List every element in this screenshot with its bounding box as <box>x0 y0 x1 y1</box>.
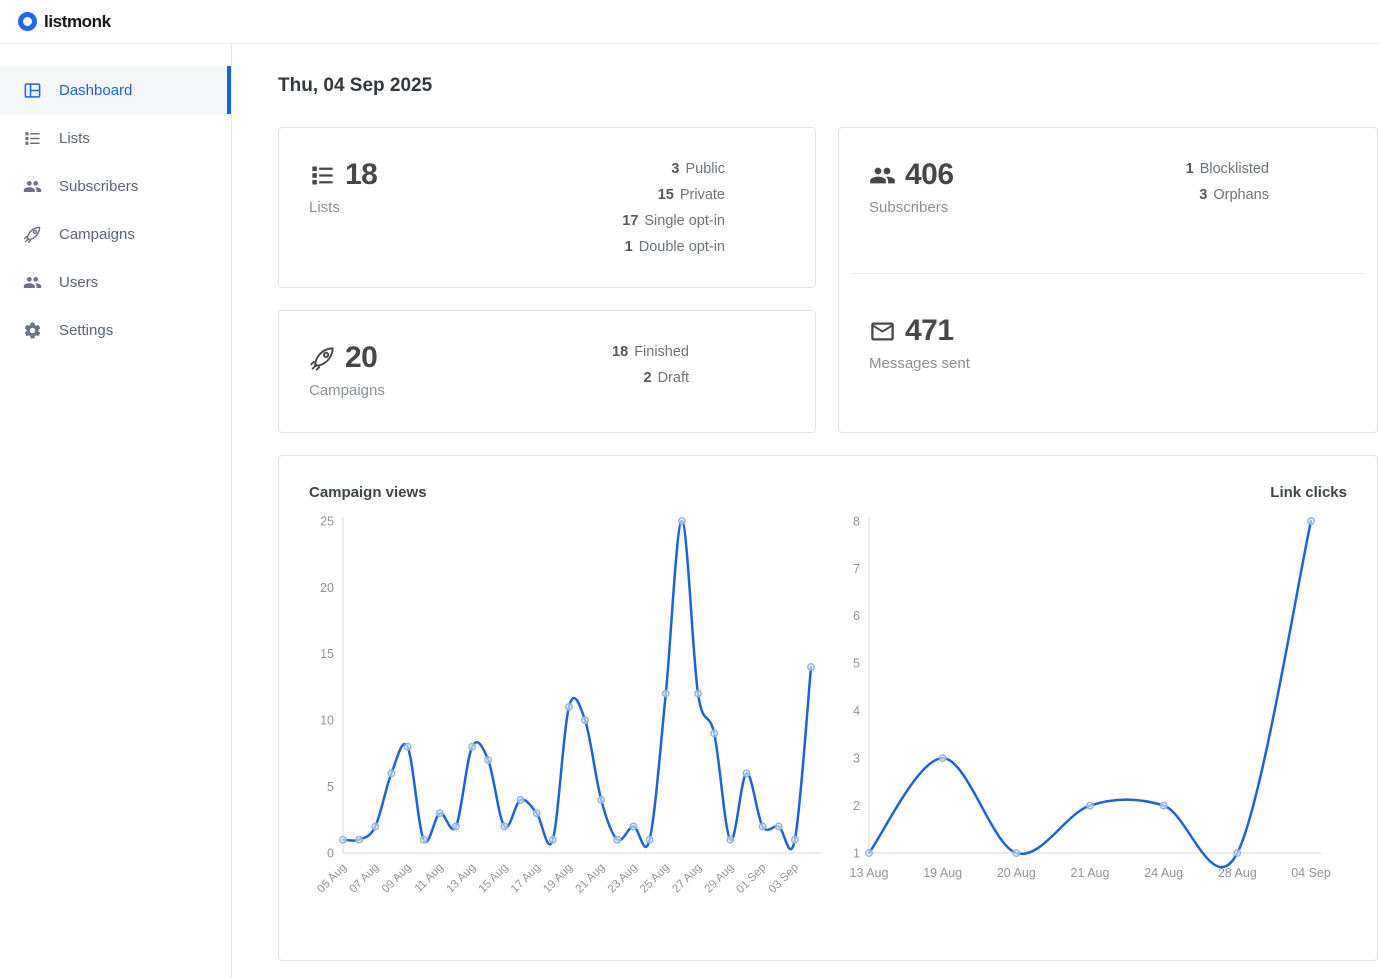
svg-text:04 Sep: 04 Sep <box>1291 866 1331 880</box>
svg-text:10: 10 <box>320 714 334 728</box>
svg-text:17 Aug: 17 Aug <box>509 862 543 896</box>
sidebar-nav: Dashboard Lists Subscribers Campaigns <box>0 66 231 354</box>
svg-text:01 Sep: 01 Sep <box>734 862 768 896</box>
campaigns-stats: 18Finished 2Draft <box>606 311 815 432</box>
sidebar-item-label: Lists <box>59 130 90 147</box>
stat-row: 1Blocklisted <box>1172 156 1269 182</box>
svg-text:21 Aug: 21 Aug <box>574 862 608 896</box>
svg-text:07 Aug: 07 Aug <box>348 862 382 896</box>
svg-text:15: 15 <box>320 647 334 661</box>
stat-row: 2Draft <box>606 365 689 391</box>
sidebar-item-settings[interactable]: Settings <box>0 306 231 354</box>
stat-row: 18Finished <box>606 339 689 365</box>
svg-text:5: 5 <box>327 780 334 794</box>
sidebar-item-label: Users <box>59 274 98 291</box>
subscribers-stats: 1Blocklisted 3Orphans <box>1172 128 1377 273</box>
campaigns-count: 20 <box>345 341 377 375</box>
stat-row: 17Single opt-in <box>611 208 725 234</box>
svg-text:3: 3 <box>853 752 860 766</box>
svg-text:03 Sep: 03 Sep <box>767 862 801 896</box>
svg-text:0: 0 <box>327 846 334 860</box>
sidebar-item-subscribers[interactable]: Subscribers <box>0 162 231 210</box>
charts-card: Campaign views Link clicks 051015202505 … <box>278 455 1378 961</box>
sidebar-item-label: Subscribers <box>59 178 138 195</box>
subscribers-section: 406 Subscribers 1Blocklisted 3Orphans <box>839 128 1377 273</box>
svg-text:13 Aug: 13 Aug <box>444 862 478 896</box>
campaign-views-title: Campaign views <box>309 484 427 501</box>
svg-text:21 Aug: 21 Aug <box>1071 866 1110 880</box>
svg-text:09 Aug: 09 Aug <box>380 862 414 896</box>
lists-stats: 3Public 15Private 17Single opt-in 1Doubl… <box>611 128 815 287</box>
messages-summary: 471 Messages sent <box>839 314 1377 372</box>
svg-text:13 Aug: 13 Aug <box>850 866 889 880</box>
messages-label: Messages sent <box>869 355 1377 372</box>
users-icon <box>23 273 42 292</box>
messages-icon <box>869 318 896 345</box>
stat-row: 3Public <box>611 156 725 182</box>
sidebar: Dashboard Lists Subscribers Campaigns <box>0 44 232 978</box>
app-header: listmonk <box>0 0 1380 44</box>
campaigns-card: 20 Campaigns 18Finished 2Draft <box>278 310 816 433</box>
sidebar-item-label: Settings <box>59 322 113 339</box>
subscribers-messages-card: 406 Subscribers 1Blocklisted 3Orphans <box>838 127 1378 433</box>
subscribers-icon <box>869 162 896 189</box>
svg-text:19 Aug: 19 Aug <box>541 862 575 896</box>
messages-section: 471 Messages sent <box>839 274 1377 372</box>
campaigns-icon <box>309 345 336 372</box>
campaigns-summary: 20 Campaigns <box>279 311 385 432</box>
listmonk-logo-icon <box>18 12 37 31</box>
dashboard-icon <box>23 81 42 100</box>
lists-count: 18 <box>345 158 377 192</box>
brand-name: listmonk <box>44 12 111 32</box>
sidebar-item-dashboard[interactable]: Dashboard <box>0 66 231 114</box>
svg-text:29 Aug: 29 Aug <box>703 862 737 896</box>
page-title: Thu, 04 Sep 2025 <box>278 75 1380 97</box>
brand-logo[interactable]: listmonk <box>18 12 111 32</box>
svg-text:2: 2 <box>853 799 860 813</box>
dashboard-content: Thu, 04 Sep 2025 18 Lists 3Public 15Priv… <box>233 44 1380 978</box>
lists-summary: 18 Lists <box>279 128 377 287</box>
campaign-views-chart: 0 5 10 15 20 25 05 Aug07 Aug09 Aug11 Aug13 Aug… <box>305 505 827 919</box>
svg-text:11 Aug: 11 Aug <box>413 862 446 895</box>
sidebar-item-campaigns[interactable]: Campaigns <box>0 210 231 258</box>
campaigns-icon <box>23 225 42 244</box>
lists-label: Lists <box>309 199 377 216</box>
subscribers-count: 406 <box>905 158 954 192</box>
stat-row: 1Double opt-in <box>611 234 725 260</box>
stat-cards-grid: 18 Lists 3Public 15Private 17Single opt-… <box>278 127 1380 433</box>
sidebar-item-lists[interactable]: Lists <box>0 114 231 162</box>
link-clicks-chart: 1234567813 Aug19 Aug20 Aug21 Aug24 Aug28… <box>829 505 1351 919</box>
subscribers-icon <box>23 177 42 196</box>
svg-text:5: 5 <box>853 657 860 671</box>
campaigns-label: Campaigns <box>309 382 385 399</box>
lists-card: 18 Lists 3Public 15Private 17Single opt-… <box>278 127 816 288</box>
svg-text:6: 6 <box>853 609 860 623</box>
settings-icon <box>23 321 42 340</box>
subscribers-summary: 406 Subscribers <box>839 128 954 273</box>
lists-icon <box>309 162 336 189</box>
svg-text:1: 1 <box>853 846 860 860</box>
svg-text:25 Aug: 25 Aug <box>638 862 672 896</box>
svg-text:4: 4 <box>853 704 860 718</box>
lists-icon <box>23 129 42 148</box>
svg-text:23 Aug: 23 Aug <box>606 862 640 896</box>
svg-text:20: 20 <box>320 581 334 595</box>
sidebar-item-users[interactable]: Users <box>0 258 231 306</box>
svg-text:15 Aug: 15 Aug <box>477 862 511 896</box>
svg-text:25: 25 <box>320 514 334 528</box>
stat-row: 15Private <box>611 182 725 208</box>
stat-row: 3Orphans <box>1172 182 1269 208</box>
sidebar-item-label: Dashboard <box>59 82 132 99</box>
svg-text:7: 7 <box>853 562 860 576</box>
subscribers-label: Subscribers <box>869 199 954 216</box>
svg-text:19 Aug: 19 Aug <box>923 866 962 880</box>
link-clicks-title: Link clicks <box>1270 484 1347 501</box>
svg-text:24 Aug: 24 Aug <box>1144 866 1183 880</box>
svg-text:8: 8 <box>853 514 860 528</box>
sidebar-item-label: Campaigns <box>59 226 135 243</box>
svg-text:20 Aug: 20 Aug <box>997 866 1036 880</box>
svg-text:27 Aug: 27 Aug <box>670 862 704 896</box>
messages-count: 471 <box>905 314 954 348</box>
svg-text:05 Aug: 05 Aug <box>315 862 349 896</box>
